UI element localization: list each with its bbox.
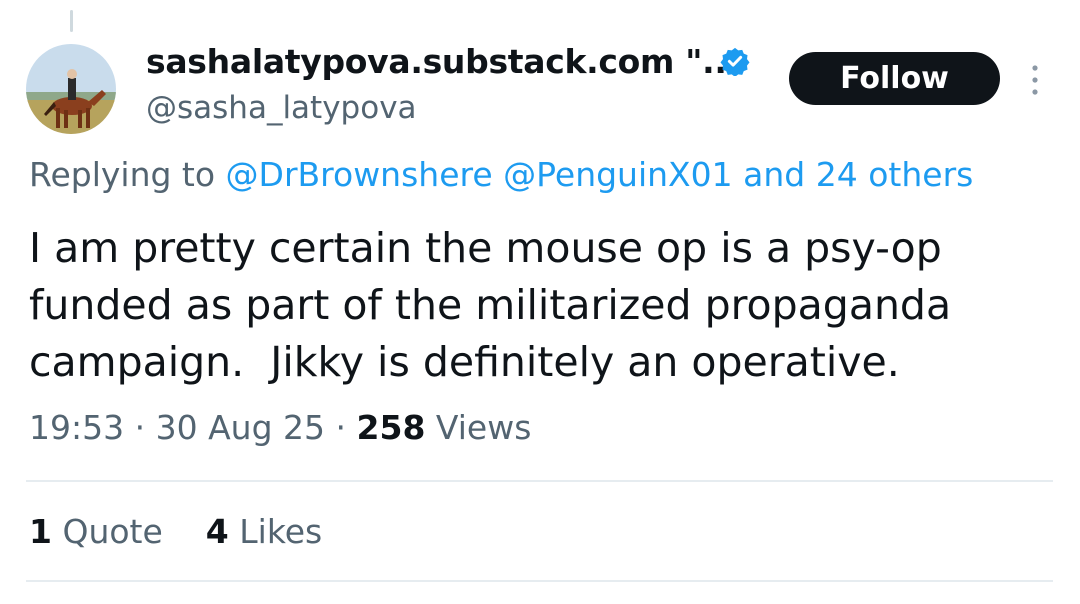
engagement-stats: 1 Quote 4 Likes	[29, 512, 322, 551]
more-vertical-icon[interactable]	[1028, 64, 1042, 96]
avatar-image	[26, 44, 116, 134]
views-label: Views	[435, 408, 532, 447]
meta-separator: ·	[134, 408, 146, 447]
tweet-date[interactable]: 30 Aug 25	[156, 408, 325, 447]
mention-link[interactable]: @PenguinX01	[503, 155, 733, 194]
divider	[26, 480, 1053, 482]
mention-link[interactable]: @DrBrownshere	[226, 155, 493, 194]
quotes-stat[interactable]: 1 Quote	[29, 512, 163, 551]
tweet-meta: 19:53 · 30 Aug 25 · 258 Views	[29, 408, 531, 447]
verified-badge-icon	[720, 47, 750, 76]
replying-to-line: Replying to @DrBrownshere @PenguinX01 an…	[29, 155, 973, 194]
divider	[26, 580, 1053, 582]
thread-connector-line	[70, 10, 73, 32]
avatar[interactable]	[26, 44, 116, 134]
author-handle[interactable]: @sasha_latypova	[146, 90, 417, 126]
likes-label: Likes	[239, 512, 323, 551]
follow-button[interactable]: Follow	[789, 52, 1000, 105]
likes-count: 4	[205, 512, 229, 551]
likes-stat[interactable]: 4 Likes	[206, 512, 322, 551]
tweet-time[interactable]: 19:53	[29, 408, 124, 447]
replying-prefix: Replying to	[29, 155, 216, 194]
quotes-count: 1	[29, 512, 52, 551]
quotes-label: Quote	[62, 512, 163, 551]
meta-separator: ·	[335, 408, 347, 447]
author-display-name[interactable]: sashalatypova.substack.com "...	[146, 42, 739, 81]
views-count: 258	[356, 408, 426, 447]
others-link[interactable]: and 24 others	[743, 155, 973, 194]
tweet-text: I am pretty certain the mouse op is a ps…	[29, 224, 952, 386]
